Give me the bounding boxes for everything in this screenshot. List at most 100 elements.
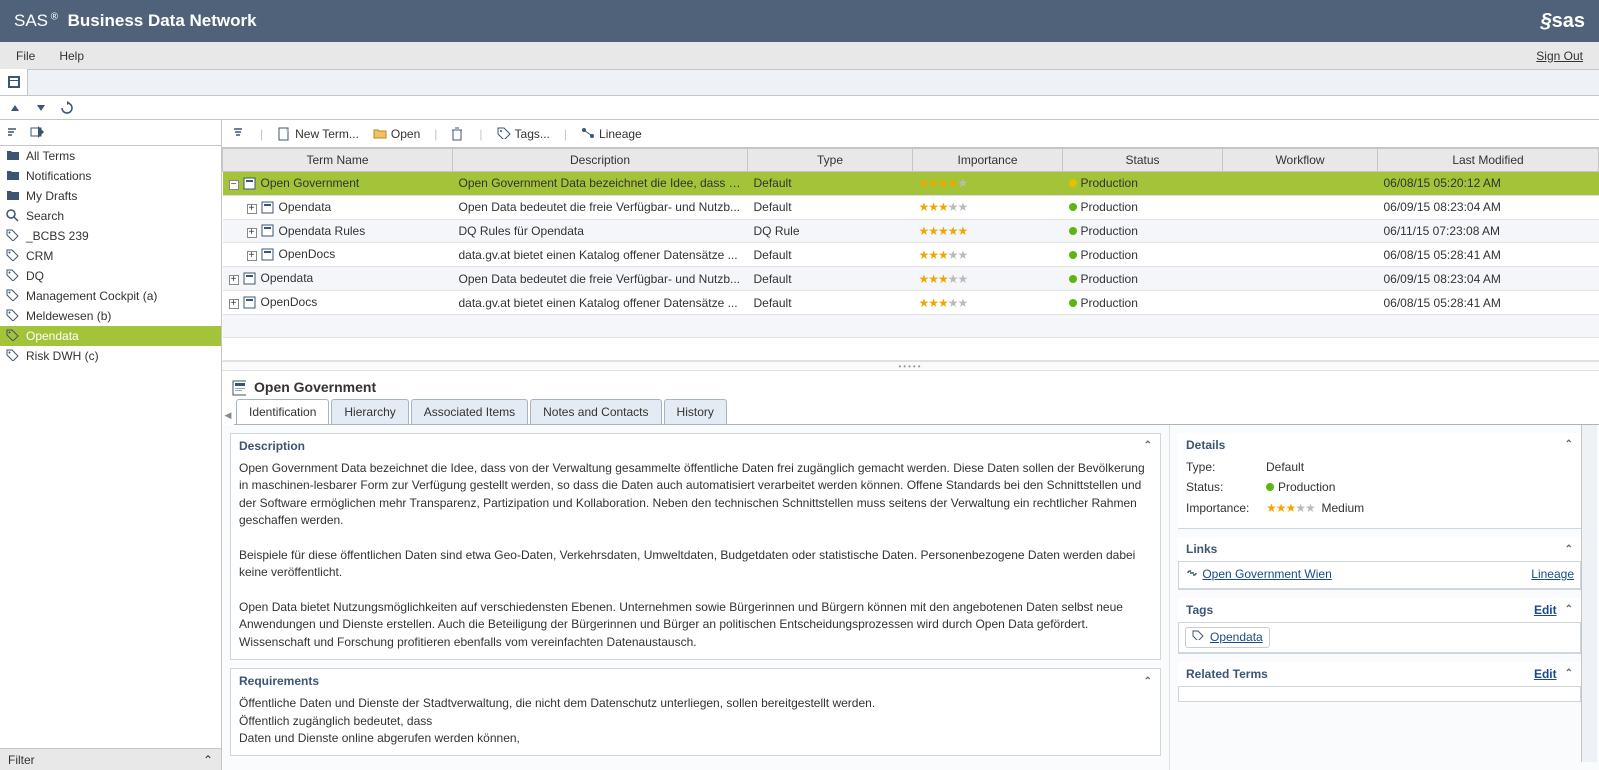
search-icon (6, 209, 20, 223)
menu-file[interactable]: File (16, 49, 35, 63)
column-header[interactable]: Type (748, 149, 913, 172)
tab-associated-items[interactable]: Associated Items (411, 399, 528, 424)
cell-modified: 06/08/15 05:28:41 AM (1378, 243, 1599, 267)
term-icon (261, 201, 275, 215)
expand-icon[interactable]: + (229, 275, 239, 285)
tag-icon (6, 349, 20, 363)
sidebar-item-label: All Terms (26, 149, 75, 163)
table-row[interactable]: +OpendataOpen Data bedeutet die freie Ve… (223, 195, 1599, 219)
column-header[interactable]: Importance (913, 149, 1063, 172)
sidebar-item-label: DQ (26, 269, 44, 283)
detail-tabs: IdentificationHierarchyAssociated ItemsN… (234, 399, 1599, 425)
main-area: | New Term... Open | | Tags... | Lineage (222, 120, 1599, 770)
sidebar-item-my-drafts[interactable]: My Drafts (0, 186, 221, 206)
sidebar-item-opendata[interactable]: Opendata (0, 326, 221, 346)
cell-description: data.gv.at bietet einen Katalog offener … (453, 291, 748, 315)
title-main: Business Data Network (68, 11, 257, 30)
cell-status: Production (1063, 267, 1223, 291)
open-icon (373, 127, 387, 141)
collapse-icon[interactable]: ⌃ (1144, 676, 1152, 687)
menu-help[interactable]: Help (59, 49, 84, 63)
delete-button[interactable] (451, 127, 465, 141)
sidebar-item-label: Notifications (26, 169, 91, 183)
description-text: Open Government Data bezeichnet die Idee… (231, 458, 1160, 659)
filter-icon[interactable] (232, 127, 246, 141)
refresh-icon[interactable] (60, 101, 74, 115)
sidebar-item-notifications[interactable]: Notifications (0, 166, 221, 186)
detail-header: Open Government (222, 371, 1599, 399)
cell-modified: 06/09/15 08:23:04 AM (1378, 267, 1599, 291)
sidebar-item-risk-dwh-c-[interactable]: Risk DWH (c) (0, 346, 221, 366)
tags-button[interactable]: Tags... (497, 127, 550, 141)
sidebar-item-search[interactable]: Search (0, 206, 221, 226)
sidebar-item-management-cockpit-a-[interactable]: Management Cockpit (a) (0, 286, 221, 306)
collapse-icon[interactable]: ⌃ (1565, 439, 1573, 450)
column-header[interactable]: Status (1063, 149, 1223, 172)
column-header[interactable]: Workflow (1223, 149, 1378, 172)
sidebar-item-label: _BCBS 239 (26, 229, 89, 243)
scrollbar[interactable] (1581, 425, 1597, 762)
sidebar-item-meldewesen-b-[interactable]: Meldewesen (b) (0, 306, 221, 326)
term-name: Opendata Rules (279, 224, 366, 238)
splitter[interactable]: ••••• (222, 361, 1599, 371)
cell-workflow (1223, 172, 1378, 196)
collapse-icon[interactable]: ⌃ (1565, 668, 1573, 679)
expand-icon[interactable]: + (229, 299, 239, 309)
table-row[interactable]: +OpenDocsdata.gv.at bietet einen Katalog… (223, 243, 1599, 267)
document-tabbar (0, 70, 1599, 96)
collapse-icon[interactable]: ⌃ (1565, 604, 1573, 615)
column-header[interactable]: Description (453, 149, 748, 172)
cell-workflow (1223, 243, 1378, 267)
tag-icon (6, 289, 20, 303)
sidebar-item-all-terms[interactable]: All Terms (0, 146, 221, 166)
term-name: Opendata (261, 271, 314, 285)
column-header[interactable]: Last Modified (1378, 149, 1599, 172)
expand-icon[interactable]: − (229, 180, 239, 190)
expand-icon[interactable]: + (247, 228, 257, 238)
folder-icon (6, 189, 20, 203)
tab-history[interactable]: History (664, 399, 727, 424)
expand-icon[interactable]: + (247, 204, 257, 214)
filter-asc-icon[interactable] (8, 101, 22, 115)
column-header[interactable]: Term Name (223, 149, 453, 172)
new-term-button[interactable]: New Term... (277, 127, 359, 141)
tab-notes-and-contacts[interactable]: Notes and Contacts (530, 399, 661, 424)
sidebar-item-crm[interactable]: CRM (0, 246, 221, 266)
tab-hierarchy[interactable]: Hierarchy (331, 399, 408, 424)
sas-logo: §sas (1541, 10, 1586, 33)
table-row[interactable]: +Opendata RulesDQ Rules für OpendataDQ R… (223, 219, 1599, 243)
requirements-text: Öffentliche Daten und Dienste der Stadtv… (231, 693, 1160, 755)
collapse-icon[interactable]: ⌃ (1144, 440, 1152, 451)
link-item[interactable]: Open Government Wien (1185, 566, 1332, 583)
lineage-button[interactable]: Lineage (581, 127, 642, 141)
cell-type: Default (748, 291, 913, 315)
filter-desc-icon[interactable] (34, 101, 48, 115)
lineage-link[interactable]: Lineage (1531, 566, 1574, 583)
import-icon[interactable] (30, 126, 44, 140)
collapse-icon[interactable] (6, 126, 20, 140)
term-icon (261, 248, 275, 262)
table-row[interactable]: −Open GovernmentOpen Government Data bez… (223, 172, 1599, 196)
cell-modified: 06/09/15 08:23:04 AM (1378, 195, 1599, 219)
open-button[interactable]: Open (373, 127, 420, 141)
home-tab[interactable] (0, 69, 28, 95)
table-row[interactable]: +OpenDocsdata.gv.at bietet einen Katalog… (223, 291, 1599, 315)
filter-bar[interactable]: Filter ⌃ (0, 748, 221, 770)
detail-right-pane: Details ⌃ Type:Default Status:Production… (1169, 425, 1599, 770)
collapse-icon[interactable]: ⌃ (1565, 544, 1573, 555)
tab-identification[interactable]: Identification (236, 399, 329, 424)
table-row[interactable]: +OpendataOpen Data bedeutet die freie Ve… (223, 267, 1599, 291)
sidebar-item--bcbs-239[interactable]: _BCBS 239 (0, 226, 221, 246)
tag-icon (6, 229, 20, 243)
cell-type: DQ Rule (748, 219, 913, 243)
tags-edit-link[interactable]: Edit (1534, 603, 1557, 617)
tag-chip[interactable]: Opendata (1185, 627, 1270, 648)
related-edit-link[interactable]: Edit (1534, 667, 1557, 681)
cell-type: Default (748, 243, 913, 267)
expand-icon[interactable]: + (247, 251, 257, 261)
sidebar-item-dq[interactable]: DQ (0, 266, 221, 286)
cell-description: Open Government Data bezeichnet die Idee… (453, 172, 748, 196)
tab-scroll-left[interactable]: ◀ (222, 410, 234, 425)
links-heading: Links (1186, 542, 1217, 556)
sign-out-link[interactable]: Sign Out (1536, 49, 1583, 63)
